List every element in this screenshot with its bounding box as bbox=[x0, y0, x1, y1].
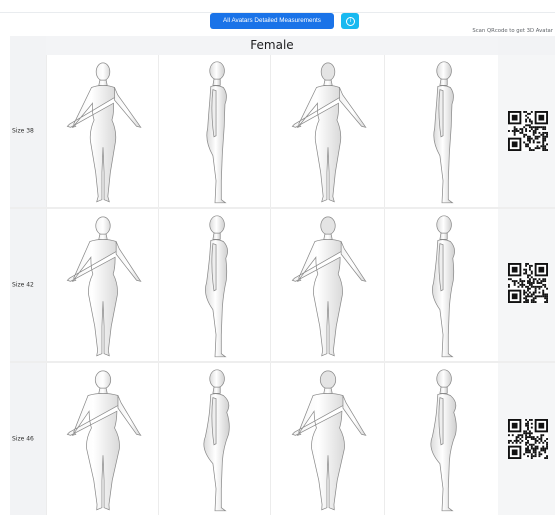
qr-cell bbox=[498, 55, 555, 207]
header-left-cell bbox=[10, 36, 46, 55]
table-row: Size 46 bbox=[10, 363, 555, 515]
table-title: Female bbox=[46, 36, 498, 55]
size-label-cell: Size 38 bbox=[10, 55, 46, 207]
qr-code-icon[interactable] bbox=[508, 111, 548, 151]
avatar-side-view-right[interactable] bbox=[384, 363, 499, 515]
qr-cell bbox=[498, 209, 555, 361]
qr-code-icon[interactable] bbox=[508, 419, 548, 459]
qr-code-graphic bbox=[508, 263, 548, 303]
qr-code-icon[interactable] bbox=[508, 263, 548, 303]
avatar-side-view-right[interactable] bbox=[384, 209, 499, 361]
size-label: Size 42 bbox=[12, 281, 34, 289]
avatar-figure bbox=[291, 216, 367, 357]
size-label-cell: Size 42 bbox=[10, 209, 46, 361]
size-label-cell: Size 46 bbox=[10, 363, 46, 515]
avatar-back-view[interactable] bbox=[270, 209, 385, 361]
all-avatars-measurements-button[interactable]: All Avatars Detailed Measurements bbox=[210, 13, 334, 29]
avatar-figure bbox=[430, 369, 457, 512]
header-right-cell bbox=[498, 36, 555, 55]
avatar-figure bbox=[66, 62, 142, 203]
table-row: Size 38 bbox=[10, 55, 555, 207]
avatar-front-view[interactable] bbox=[46, 209, 159, 361]
avatar-figure bbox=[433, 61, 454, 204]
avatar-side-view[interactable] bbox=[158, 209, 271, 361]
table-row: Size 42 bbox=[10, 209, 555, 361]
info-button[interactable]: i bbox=[341, 13, 359, 29]
avatar-front-view[interactable] bbox=[46, 55, 159, 207]
avatar-side-view[interactable] bbox=[158, 55, 271, 207]
avatar-figure bbox=[432, 215, 455, 358]
avatar-figure bbox=[66, 216, 142, 357]
avatar-figure bbox=[205, 215, 228, 358]
avatar-figure bbox=[203, 369, 230, 512]
scan-qr-note: Scan QRcode to get 3D Avatar bbox=[472, 28, 553, 34]
avatar-back-view[interactable] bbox=[270, 55, 385, 207]
avatar-front-view[interactable] bbox=[46, 363, 159, 515]
info-icon: i bbox=[346, 17, 355, 26]
qr-cell bbox=[498, 363, 555, 515]
avatar-figure bbox=[291, 370, 367, 511]
avatar-side-view-right[interactable] bbox=[384, 55, 499, 207]
avatar-side-view[interactable] bbox=[158, 363, 271, 515]
size-label: Size 38 bbox=[12, 127, 34, 135]
avatar-table: Female Size 38 Size 42 Size 46 bbox=[10, 36, 555, 515]
avatar-back-view[interactable] bbox=[270, 363, 385, 515]
qr-code-graphic bbox=[508, 419, 548, 459]
avatar-figure bbox=[291, 62, 367, 203]
avatar-figure bbox=[206, 61, 227, 204]
avatar-figure bbox=[66, 370, 142, 511]
size-label: Size 46 bbox=[12, 435, 34, 443]
qr-code-graphic bbox=[508, 111, 548, 151]
